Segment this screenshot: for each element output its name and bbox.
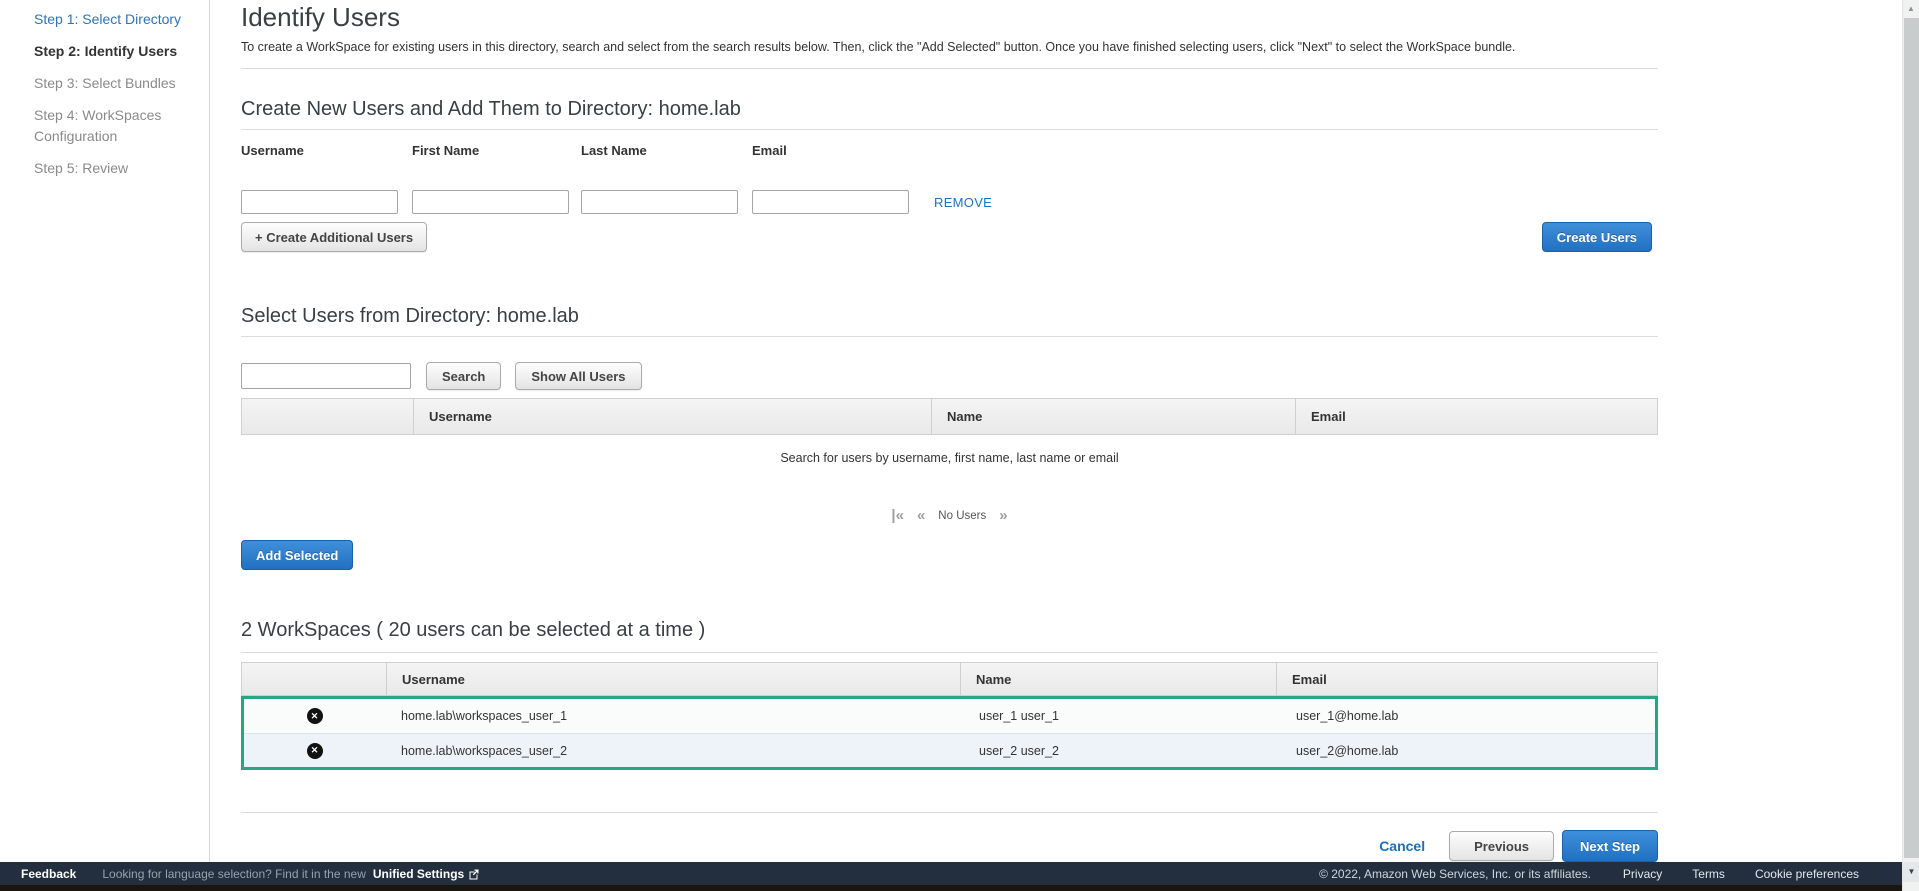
username-label: Username (241, 143, 304, 158)
create-users-button-row: + Create Additional Users Create Users (241, 222, 1652, 252)
wizard-steps-sidebar: Step 1: Select Directory Step 2: Identif… (0, 0, 210, 862)
scroll-down-icon[interactable]: ▼ (1903, 862, 1919, 882)
remove-workspace-icon[interactable]: ✕ (306, 742, 323, 759)
cookie-preferences-link[interactable]: Cookie preferences (1755, 867, 1859, 881)
sidebar-step-workspaces-configuration: Step 4: WorkSpaces Configuration (34, 107, 162, 144)
create-additional-users-button[interactable]: + Create Additional Users (241, 222, 428, 252)
create-users-divider (241, 129, 1658, 130)
email-column-header: Email (1276, 663, 1657, 695)
aws-console-footer: Feedback Looking for language selection?… (0, 862, 1919, 885)
scrollbar-thumb[interactable] (1904, 18, 1919, 858)
language-selection-note: Looking for language selection? Find it … (102, 866, 366, 881)
select-users-section-title: Select Users from Directory: home.lab (241, 305, 579, 327)
workspace-username: home.lab\workspaces_user_1 (401, 709, 568, 723)
workspace-username: home.lab\workspaces_user_2 (401, 743, 568, 758)
selected-rows-highlight: ✕ home.lab\workspaces_user_1 user_1 user… (241, 696, 1658, 770)
copyright-text: © 2022, Amazon Web Services, Inc. or its… (1319, 866, 1591, 881)
external-link-icon (469, 869, 479, 879)
workspace-email: user_2@home.lab (1296, 743, 1399, 758)
remove-workspace-icon[interactable]: ✕ (306, 708, 323, 724)
workspace-name: user_2 user_2 (979, 743, 1059, 758)
workspaces-section-title: 2 WorkSpaces ( 20 users can be selected … (241, 619, 706, 641)
email-input[interactable] (752, 190, 909, 214)
vertical-scrollbar[interactable]: ▲ ▼ (1902, 0, 1919, 891)
wizard-nav-row: Cancel Previous Next Step (241, 830, 1658, 862)
remove-column-header (242, 663, 386, 695)
add-selected-button[interactable]: Add Selected (241, 540, 354, 570)
unified-settings-link[interactable]: Unified Settings (373, 867, 480, 881)
scroll-up-icon[interactable]: ▲ (1903, 0, 1919, 17)
search-empty-message: Search for users by username, first name… (780, 451, 1119, 465)
first-name-input[interactable] (412, 190, 569, 214)
table-row[interactable]: ✕ home.lab\workspaces_user_2 user_2 user… (244, 733, 1655, 767)
previous-page-icon[interactable]: « (917, 507, 925, 524)
footer-right-links: © 2022, Amazon Web Services, Inc. or its… (1319, 867, 1859, 881)
previous-button[interactable]: Previous (1449, 831, 1555, 861)
sidebar-step-identify-users: Step 2: Identify Users (34, 43, 178, 59)
search-pagination: |« « No Users » (241, 507, 1658, 524)
create-users-section-title: Create New Users and Add Them to Directo… (241, 98, 741, 120)
next-step-button[interactable]: Next Step (1562, 830, 1658, 862)
search-button[interactable]: Search (426, 362, 502, 390)
user-search-input[interactable] (241, 363, 411, 389)
search-results-table-header: Username Name Email (241, 398, 1658, 435)
window-bottom-edge (0, 885, 1919, 891)
user-search-row: Search Show All Users (241, 362, 1658, 390)
first-page-icon[interactable]: |« (891, 507, 904, 524)
email-column-header: Email (1295, 399, 1657, 434)
username-column-header: Username (413, 399, 931, 434)
username-column-header: Username (386, 663, 960, 695)
terms-link[interactable]: Terms (1692, 867, 1725, 881)
selected-workspaces-table: Username Name Email ✕ home.lab\workspace… (241, 662, 1658, 770)
workspaces-wizard-page: Step 1: Select Directory Step 2: Identif… (0, 0, 1919, 862)
sidebar-step-select-directory[interactable]: Step 1: Select Directory (34, 9, 195, 30)
username-input[interactable] (241, 190, 398, 214)
create-users-button[interactable]: Create Users (1541, 222, 1652, 252)
workspace-email: user_1@home.lab (1296, 709, 1399, 723)
sidebar-step-review: Step 5: Review (34, 160, 129, 176)
intro-divider (241, 68, 1658, 69)
pagination-status: No Users (938, 509, 987, 522)
next-page-icon[interactable]: » (999, 507, 1007, 524)
feedback-button[interactable]: Feedback (21, 867, 76, 881)
first-name-label: First Name (412, 143, 480, 158)
page-title: Identify Users (241, 2, 400, 32)
name-column-header: Name (960, 663, 1276, 695)
search-results-table: Username Name Email Search for users by … (241, 398, 1658, 495)
remove-row-link[interactable]: REMOVE (934, 195, 992, 210)
name-column-header: Name (931, 399, 1295, 434)
email-label: Email (752, 143, 787, 158)
last-name-input[interactable] (581, 190, 738, 214)
new-user-input-row: REMOVE (241, 190, 1658, 214)
select-users-divider (241, 336, 1658, 337)
main-content: Identify Users To create a WorkSpace for… (210, 0, 1919, 862)
bottom-divider (241, 812, 1658, 813)
selected-workspaces-table-header: Username Name Email (241, 662, 1658, 696)
privacy-link[interactable]: Privacy (1623, 867, 1662, 881)
page-description: To create a WorkSpace for existing users… (241, 40, 1516, 54)
workspace-name: user_1 user_1 (979, 709, 1059, 723)
cancel-link[interactable]: Cancel (1379, 838, 1425, 854)
workspaces-divider (241, 652, 1658, 653)
show-all-users-button[interactable]: Show All Users (515, 362, 642, 390)
unified-settings-label: Unified Settings (372, 866, 465, 881)
sidebar-step-select-bundles: Step 3: Select Bundles (34, 75, 176, 91)
new-user-field-labels: Username First Name Last Name Email (241, 143, 1658, 158)
select-column-header (242, 399, 413, 434)
table-row[interactable]: ✕ home.lab\workspaces_user_1 user_1 user… (244, 699, 1655, 733)
last-name-label: Last Name (581, 143, 647, 158)
